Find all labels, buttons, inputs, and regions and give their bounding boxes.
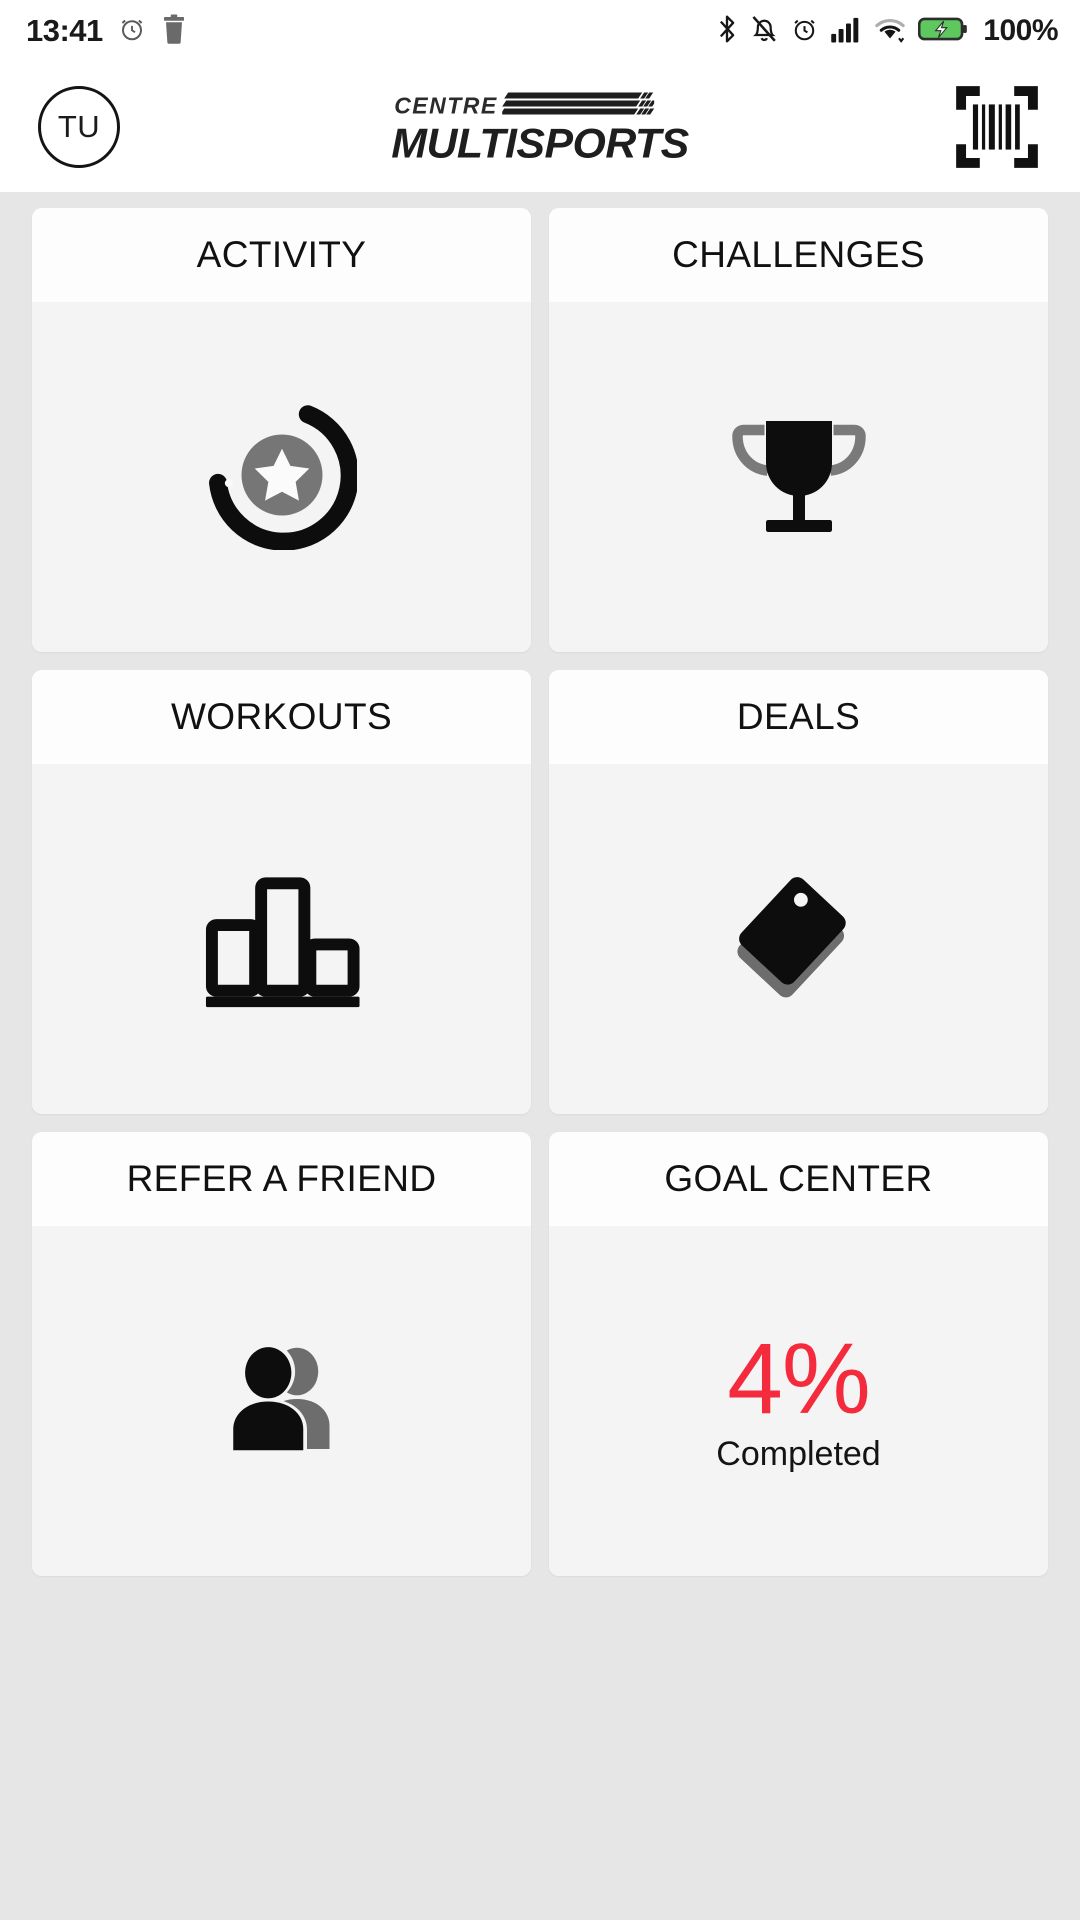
- tile-refer-a-friend[interactable]: REFER A FRIEND: [32, 1132, 531, 1576]
- goal-percent-value: 4%: [727, 1322, 871, 1435]
- avatar[interactable]: TU: [38, 86, 120, 168]
- status-clock: 13:41: [26, 13, 103, 48]
- tile-goal-center-title: GOAL CENTER: [664, 1158, 933, 1199]
- battery-charging-icon: [918, 14, 968, 49]
- alarm-icon: [117, 14, 147, 49]
- mute-icon: [749, 13, 779, 50]
- brand-logo-top-row: CENTRE: [394, 91, 656, 122]
- tile-challenges-header: CHALLENGES: [549, 208, 1048, 302]
- brand-multisports-label: MULTISPORTS: [391, 119, 689, 167]
- cellular-signal-icon: [830, 14, 862, 49]
- tile-deals[interactable]: DEALS: [549, 670, 1048, 1114]
- tile-grid: ACTIVITY CHALLENGES WORKOUTS DEALS REFER…: [0, 192, 1080, 1596]
- status-bar-right: 100%: [716, 13, 1058, 50]
- tile-workouts-title: WORKOUTS: [170, 696, 393, 737]
- tile-goal-center[interactable]: GOAL CENTER 4% Completed: [549, 1132, 1048, 1576]
- tile-activity-body: [32, 302, 531, 652]
- tile-activity[interactable]: ACTIVITY: [32, 208, 531, 652]
- bar-chart-icon: [200, 862, 364, 1017]
- tile-activity-header: ACTIVITY: [32, 208, 531, 302]
- brand-speed-lines-icon: [499, 91, 656, 122]
- tile-workouts-body: [32, 764, 531, 1114]
- tile-challenges[interactable]: CHALLENGES: [549, 208, 1048, 652]
- tile-challenges-body: [549, 302, 1048, 652]
- tile-deals-header: DEALS: [549, 670, 1048, 764]
- barcode-scan-icon[interactable]: [954, 84, 1040, 170]
- wifi-icon: [873, 14, 907, 49]
- goal-percent-caption: Completed: [716, 1434, 881, 1473]
- bluetooth-icon: [716, 13, 738, 50]
- trash-icon: [161, 14, 187, 49]
- tile-refer-a-friend-body: [32, 1226, 531, 1576]
- activity-ring-star-icon: [207, 400, 359, 555]
- tile-refer-a-friend-header: REFER A FRIEND: [32, 1132, 531, 1226]
- alarm-icon: [790, 14, 819, 49]
- tile-refer-a-friend-title: REFER A FRIEND: [126, 1158, 437, 1199]
- brand-logo: CENTRE MULTISPORTS: [391, 91, 689, 167]
- two-people-icon: [217, 1339, 347, 1464]
- tile-deals-title: DEALS: [736, 696, 861, 737]
- battery-percent-label: 100%: [983, 14, 1058, 47]
- brand-centre-label: CENTRE: [394, 92, 498, 119]
- trophy-icon: [724, 412, 874, 543]
- tile-deals-body: [549, 764, 1048, 1114]
- tile-goal-center-body: 4% Completed: [549, 1226, 1048, 1576]
- tile-challenges-title: CHALLENGES: [672, 234, 925, 275]
- price-tag-icon: [724, 862, 874, 1017]
- app-header: TU CENTRE MULTISPORTS: [0, 62, 1080, 192]
- status-bar-left: 13:41: [26, 13, 187, 49]
- status-bar: 13:41 100%: [0, 0, 1080, 62]
- avatar-initials: TU: [57, 109, 101, 144]
- tile-workouts[interactable]: WORKOUTS: [32, 670, 531, 1114]
- tile-goal-center-header: GOAL CENTER: [549, 1132, 1048, 1226]
- tile-activity-title: ACTIVITY: [196, 234, 367, 275]
- tile-workouts-header: WORKOUTS: [32, 670, 531, 764]
